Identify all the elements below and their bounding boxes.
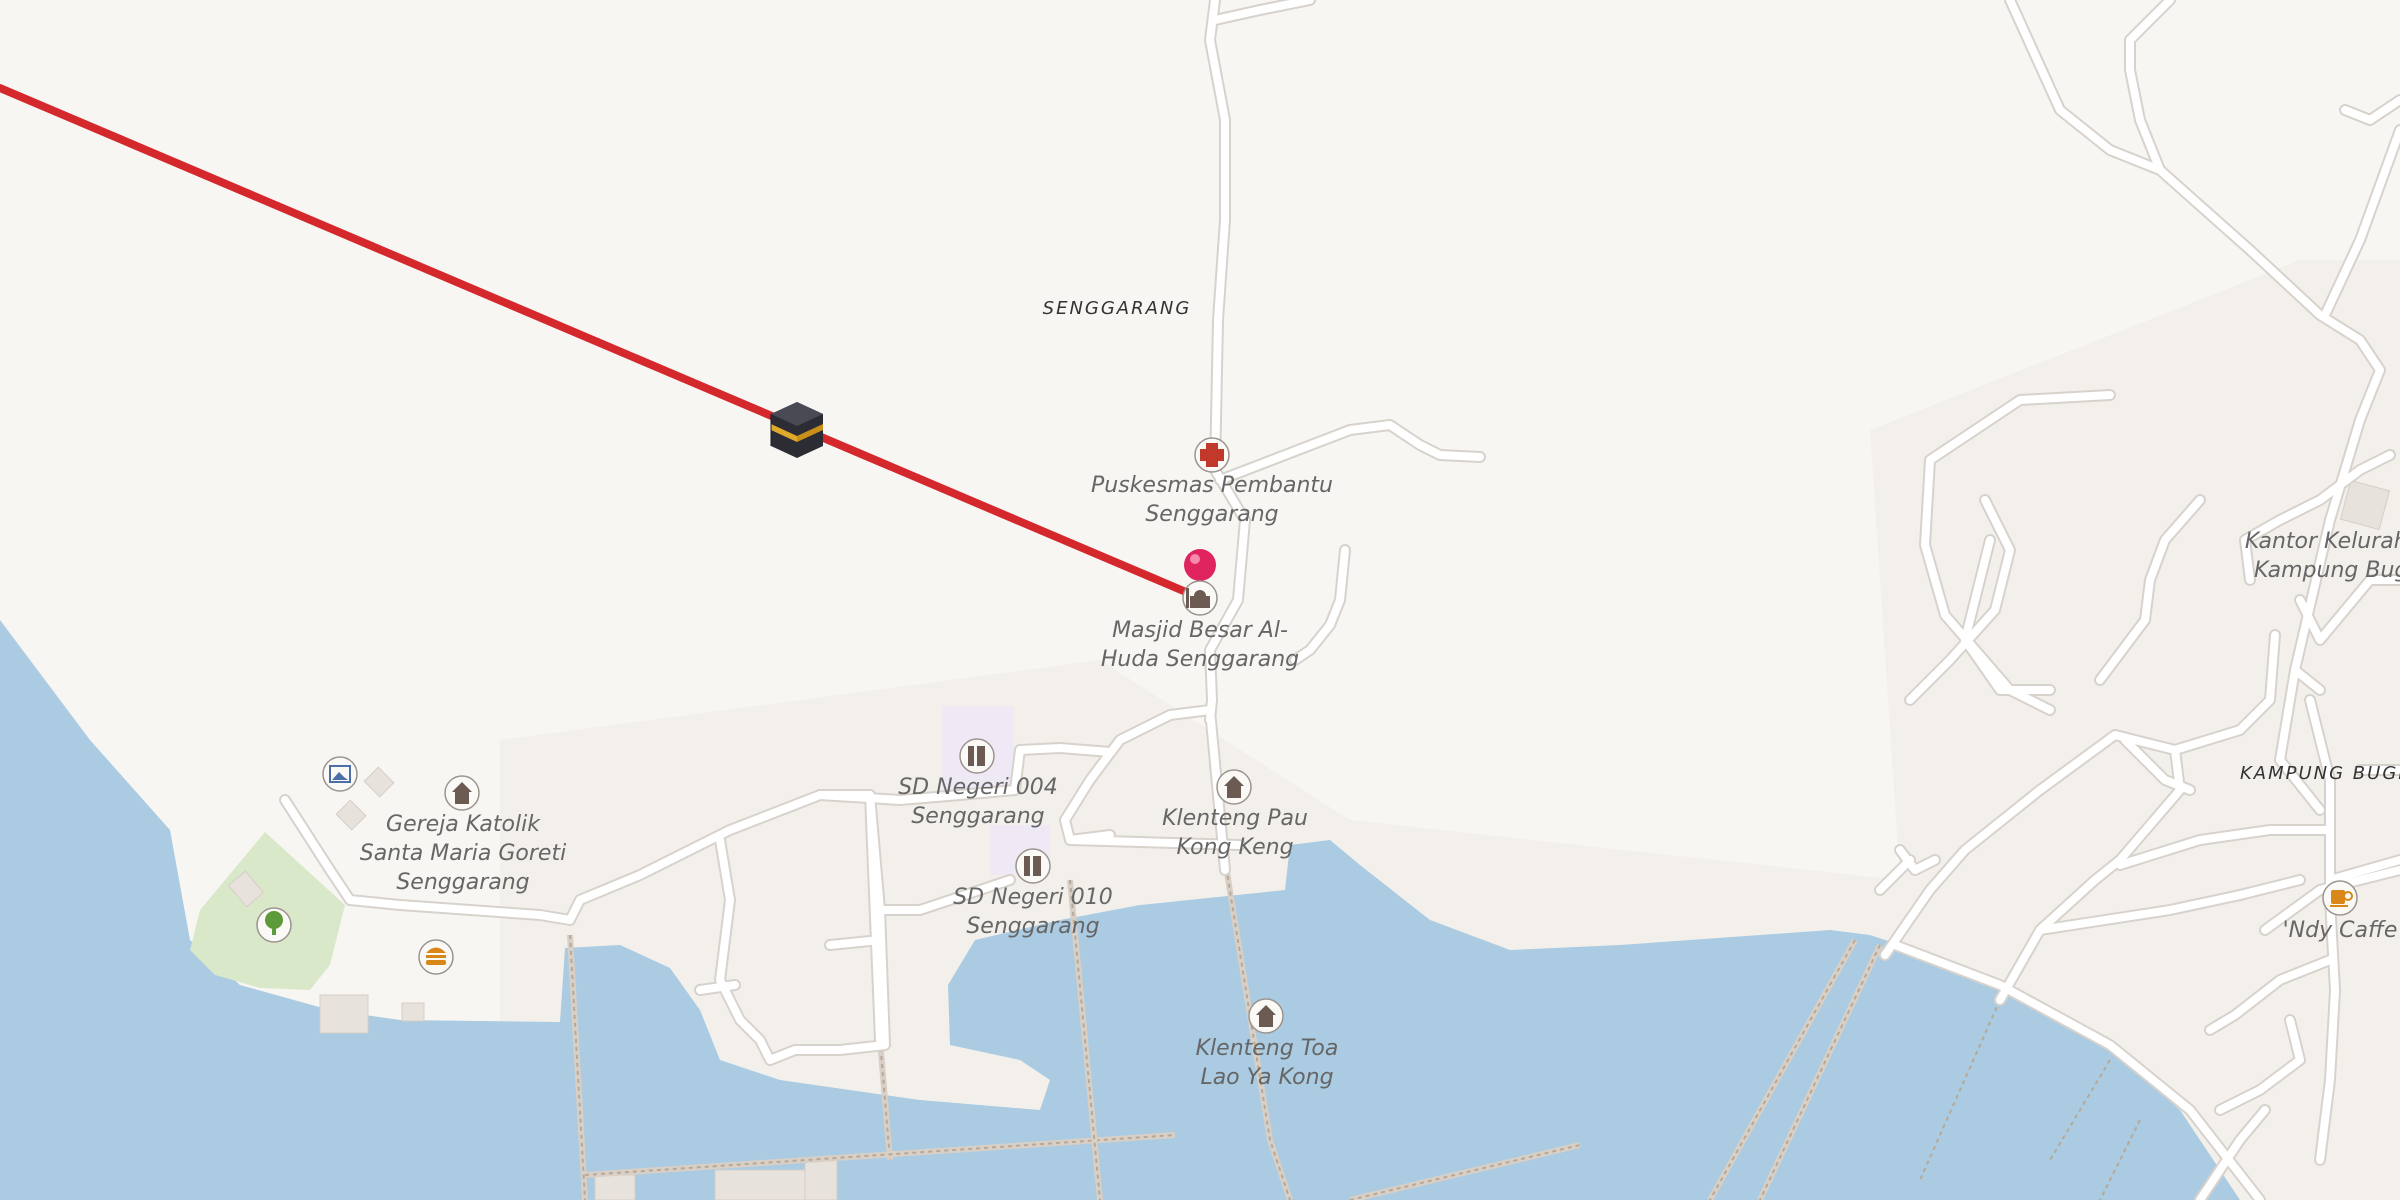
poi-label-line1: Masjid Besar Al- bbox=[1112, 618, 1288, 643]
poi-viewpoint[interactable] bbox=[322, 756, 358, 792]
place-label-kampung-bugis: KAMPUNG BUGIS bbox=[2240, 763, 2400, 784]
poi-food[interactable] bbox=[418, 939, 454, 975]
poi-label-line2: Senggarang bbox=[911, 804, 1044, 829]
poi-label-line1: Klenteng Pau bbox=[1162, 806, 1308, 831]
poi-label-line2: Senggarang bbox=[1145, 502, 1278, 527]
poi-label-line2: Kampung Bugis bbox=[2254, 558, 2400, 583]
poi-label-line2: Lao Ya Kong bbox=[1200, 1065, 1333, 1090]
poi-label-line1: SD Negeri 004 bbox=[898, 775, 1058, 800]
poi-label-line1: Kantor Kelurahan bbox=[2245, 529, 2400, 554]
poi-label-line1: Puskesmas Pembantu bbox=[1091, 473, 1333, 498]
poi-label-line2: Kong Keng bbox=[1176, 835, 1293, 860]
poi-label-line2: Senggarang bbox=[966, 914, 1099, 939]
place-label-senggarang: SENGGARANG bbox=[1043, 298, 1192, 319]
poi-label: 'Ndy Caffe bbox=[2283, 918, 2398, 943]
map-canvas[interactable]: Puskesmas Pembantu Senggarang Masjid Bes… bbox=[0, 0, 2400, 1200]
poi-label-line2: Santa Maria Goreti bbox=[360, 841, 566, 866]
poi-label-line3: Senggarang bbox=[396, 870, 529, 895]
poi-label-line1: Gereja Katolik bbox=[386, 812, 541, 837]
poi-label-line1: Klenteng Toa bbox=[1196, 1036, 1339, 1061]
poi-park[interactable] bbox=[256, 907, 292, 943]
poi-label-line2: Huda Senggarang bbox=[1101, 647, 1299, 672]
poi-label-line1: SD Negeri 010 bbox=[953, 885, 1113, 910]
